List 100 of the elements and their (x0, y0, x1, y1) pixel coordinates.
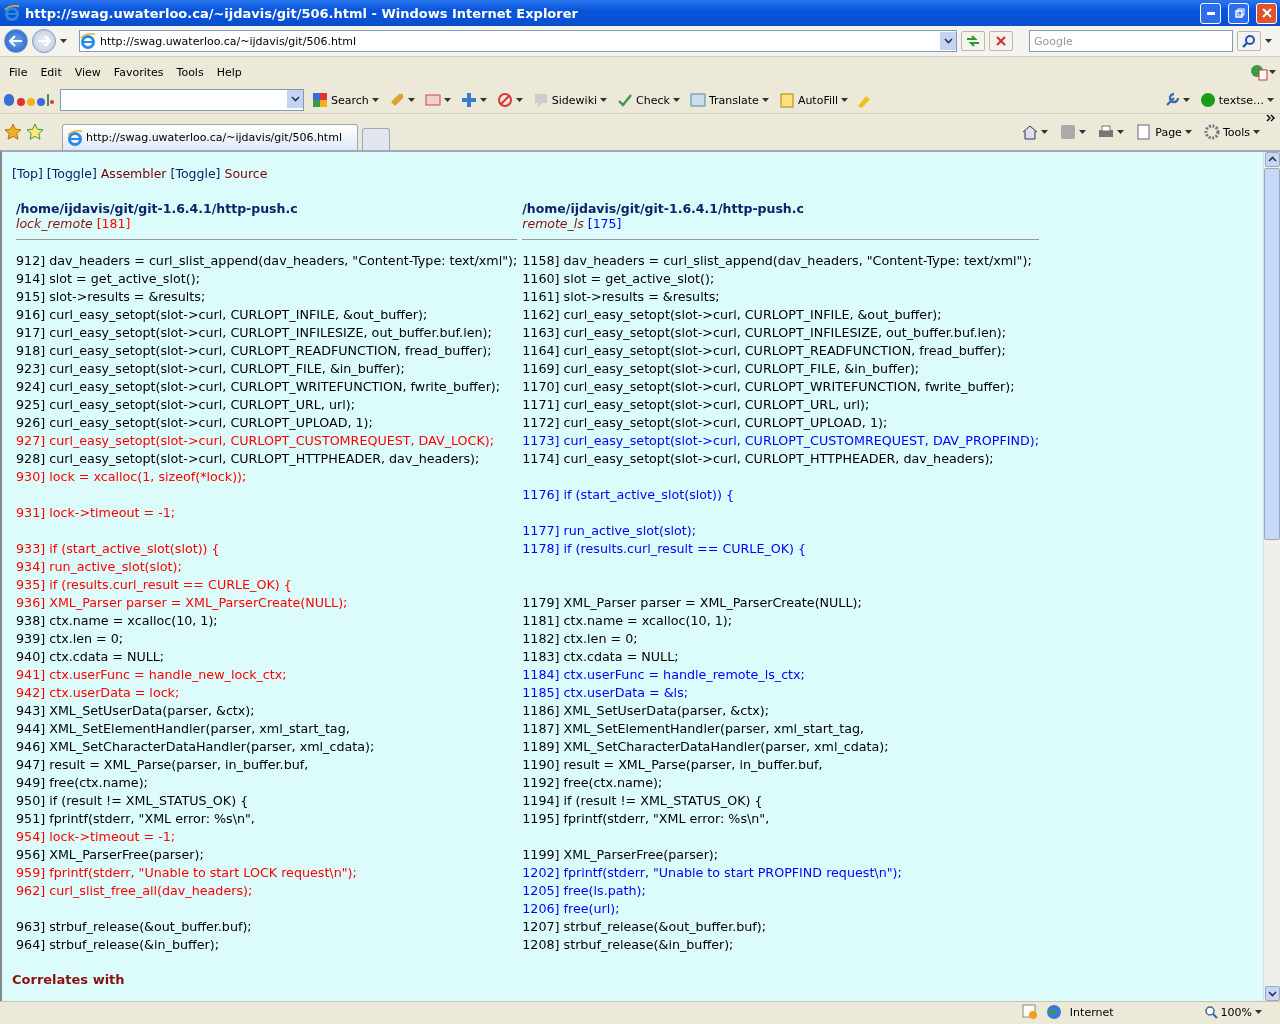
code-line: 1172] curl_easy_setopt(slot->curl, CURLOPT_UPLOAD, 1); (522, 414, 889, 432)
menu-item[interactable]: Edit (35, 65, 70, 79)
scroll-up-button[interactable] (1264, 152, 1280, 167)
card-icon (424, 92, 441, 108)
code-line: 1171] curl_easy_setopt(slot->curl, CURLOPT_URL, url); (522, 396, 871, 414)
code-line: 1202] fprintf(stderr, "Unable to start PROPFIND request\n"); (522, 864, 903, 882)
menu-item[interactable]: Favorites (108, 65, 172, 79)
zoom-button[interactable]: 100% (1201, 1005, 1264, 1019)
caret-icon (60, 39, 67, 43)
code-line: 1164] curl_easy_setopt(slot->curl, CURLOPT_READFUNCTION, fread_buffer); (522, 342, 1007, 360)
back-button[interactable] (4, 29, 28, 53)
code-line: 1205] free(ls.path); (522, 882, 647, 900)
arrow-right-icon (37, 35, 51, 47)
code-line: 1192] free(ctx.name); (522, 774, 664, 792)
card-button[interactable] (422, 92, 453, 108)
code-line: 941] ctx.userFunc = handle_new_lock_ctx; (16, 666, 288, 684)
toolbar-button[interactable]: AutoFill (776, 92, 851, 108)
speech-icon (532, 92, 549, 108)
browser-tab[interactable]: http://swag.uwaterloo.ca/~ijdavis/git/506.html (62, 124, 358, 150)
globe-icon[interactable] (1249, 63, 1269, 81)
toolbar-button[interactable]: Translate (687, 92, 771, 108)
menu-item[interactable]: File (4, 65, 36, 79)
minimize-icon (1206, 11, 1215, 15)
toolbar-button[interactable]: Sidewiki (530, 92, 610, 108)
menu-item[interactable]: View (69, 65, 109, 79)
dropdown-button[interactable] (940, 32, 956, 50)
close-button[interactable] (1256, 2, 1277, 24)
code-line: 1173] curl_easy_setopt(slot->curl, CURLOPT_CUSTOMREQUEST, DAV_PROPFIND); (522, 432, 1039, 450)
page-button[interactable]: Page (1134, 124, 1194, 140)
code-line: 938] ctx.name = xcalloc(10, 1); (16, 612, 219, 630)
code-line: 962] curl_slist_free_all(dav_headers); (16, 882, 254, 900)
code-line: 942] ctx.userData = lock; (16, 684, 181, 702)
minimize-button[interactable] (1200, 2, 1221, 24)
code-line: 1185] ctx.userData = &ls; (522, 684, 690, 702)
code-line: 1158] dav_headers = curl_slist_append(dav_headers, "Content-Type: text/xml"); (522, 252, 1033, 270)
close-icon (1260, 7, 1273, 19)
dropdown-button[interactable] (287, 90, 303, 108)
menu-item[interactable]: Tools (171, 65, 212, 79)
nav-link[interactable]: [Top] (12, 166, 43, 181)
caret-icon (443, 98, 451, 102)
chevron-down-icon (943, 38, 953, 44)
tools-icon (1203, 124, 1220, 140)
nav-link[interactable]: [Toggle] (170, 166, 221, 181)
favorites-star-icon[interactable] (4, 123, 22, 141)
code-line: 939] ctx.len = 0; (16, 630, 125, 648)
caret-icon (761, 98, 769, 102)
toolbar-button[interactable]: Check (615, 92, 682, 108)
plus-icon (460, 92, 477, 108)
print-button[interactable] (1096, 124, 1127, 140)
refresh-button[interactable] (961, 31, 985, 51)
account-button[interactable]: textse… (1197, 92, 1276, 108)
google-search-field[interactable] (60, 89, 304, 111)
code-line: 918] curl_easy_setopt(slot->curl, CURLOPT_READFUNCTION, fread_buffer); (16, 342, 493, 360)
tools-button[interactable]: Tools (1201, 124, 1262, 140)
code-line: 1182] ctx.len = 0; (522, 630, 639, 648)
notepad-icon (778, 92, 795, 108)
code-line: 954] lock->timeout = -1; (16, 828, 177, 846)
print-icon (1098, 124, 1115, 140)
code-line: 925] curl_easy_setopt(slot->curl, CURLOPT_URL, url); (16, 396, 356, 414)
code-line: 1195] fprintf(stderr, "XML error: %s\n", (522, 810, 771, 828)
code-line: 1190] result = XML_Parse(parser, in_buffer.buf, (522, 756, 824, 774)
address-field[interactable]: http://swag.uwaterloo.ca/~ijdavis/git/506.html (79, 30, 957, 52)
window-title: http://swag.uwaterloo.ca/~ijdavis/git/506.html - Windows Internet Explorer (25, 5, 579, 21)
caret-icon (1269, 70, 1276, 74)
add-favorite-icon[interactable] (26, 123, 44, 141)
scrollbar-thumb[interactable] (1264, 168, 1280, 540)
status-dot-icon (1199, 92, 1216, 108)
stop-button[interactable] (989, 31, 1013, 51)
caret-icon (1182, 98, 1190, 102)
feed-button[interactable] (1058, 124, 1089, 140)
code-line: 1207] strbuf_release(&out_buffer.buf); (522, 918, 768, 936)
code-line: 947] result = XML_Parse(parser, in_buffer.buf, (16, 756, 310, 774)
check-icon (617, 92, 634, 108)
forward-button[interactable] (32, 29, 56, 53)
code-line: 916] curl_easy_setopt(slot->curl, CURLOPT_INFILE, &out_buffer); (16, 306, 429, 324)
zoom-icon (1203, 1005, 1218, 1019)
menu-item[interactable]: Help (211, 65, 250, 79)
restore-button[interactable] (1228, 2, 1249, 24)
code-line: 1170] curl_easy_setopt(slot->curl, CURLOPT_WRITEFUNCTION, fwrite_buffer); (522, 378, 1016, 396)
caret-icon (1255, 1010, 1262, 1014)
home-button[interactable] (1020, 124, 1051, 140)
arrow-left-icon (9, 35, 23, 47)
restore-icon (1232, 7, 1245, 19)
caret-icon (1253, 130, 1260, 134)
code-line: 1161] slot->results = &results; (522, 288, 721, 306)
scroll-down-button[interactable] (1264, 986, 1280, 1001)
chevron-down-icon (290, 96, 300, 102)
code-line: 951] fprintf(stderr, "XML error: %s\n", (16, 810, 256, 828)
nav-link[interactable]: [Toggle] (46, 166, 97, 181)
ie-logo-icon (80, 33, 96, 49)
code-line: 936] XML_Parser parser = XML_ParserCreate(NULL); (16, 594, 349, 612)
caret-icon (841, 98, 849, 102)
globe-icon (1045, 1004, 1062, 1020)
function-name: remote_ls (522, 216, 584, 231)
search-field[interactable]: Google (1029, 30, 1233, 52)
chevron-icon[interactable] (1266, 114, 1276, 124)
refresh-icon (965, 35, 981, 47)
caret-icon (1184, 130, 1192, 134)
search-button[interactable]: Search (310, 92, 381, 108)
search-button[interactable] (1237, 31, 1261, 51)
